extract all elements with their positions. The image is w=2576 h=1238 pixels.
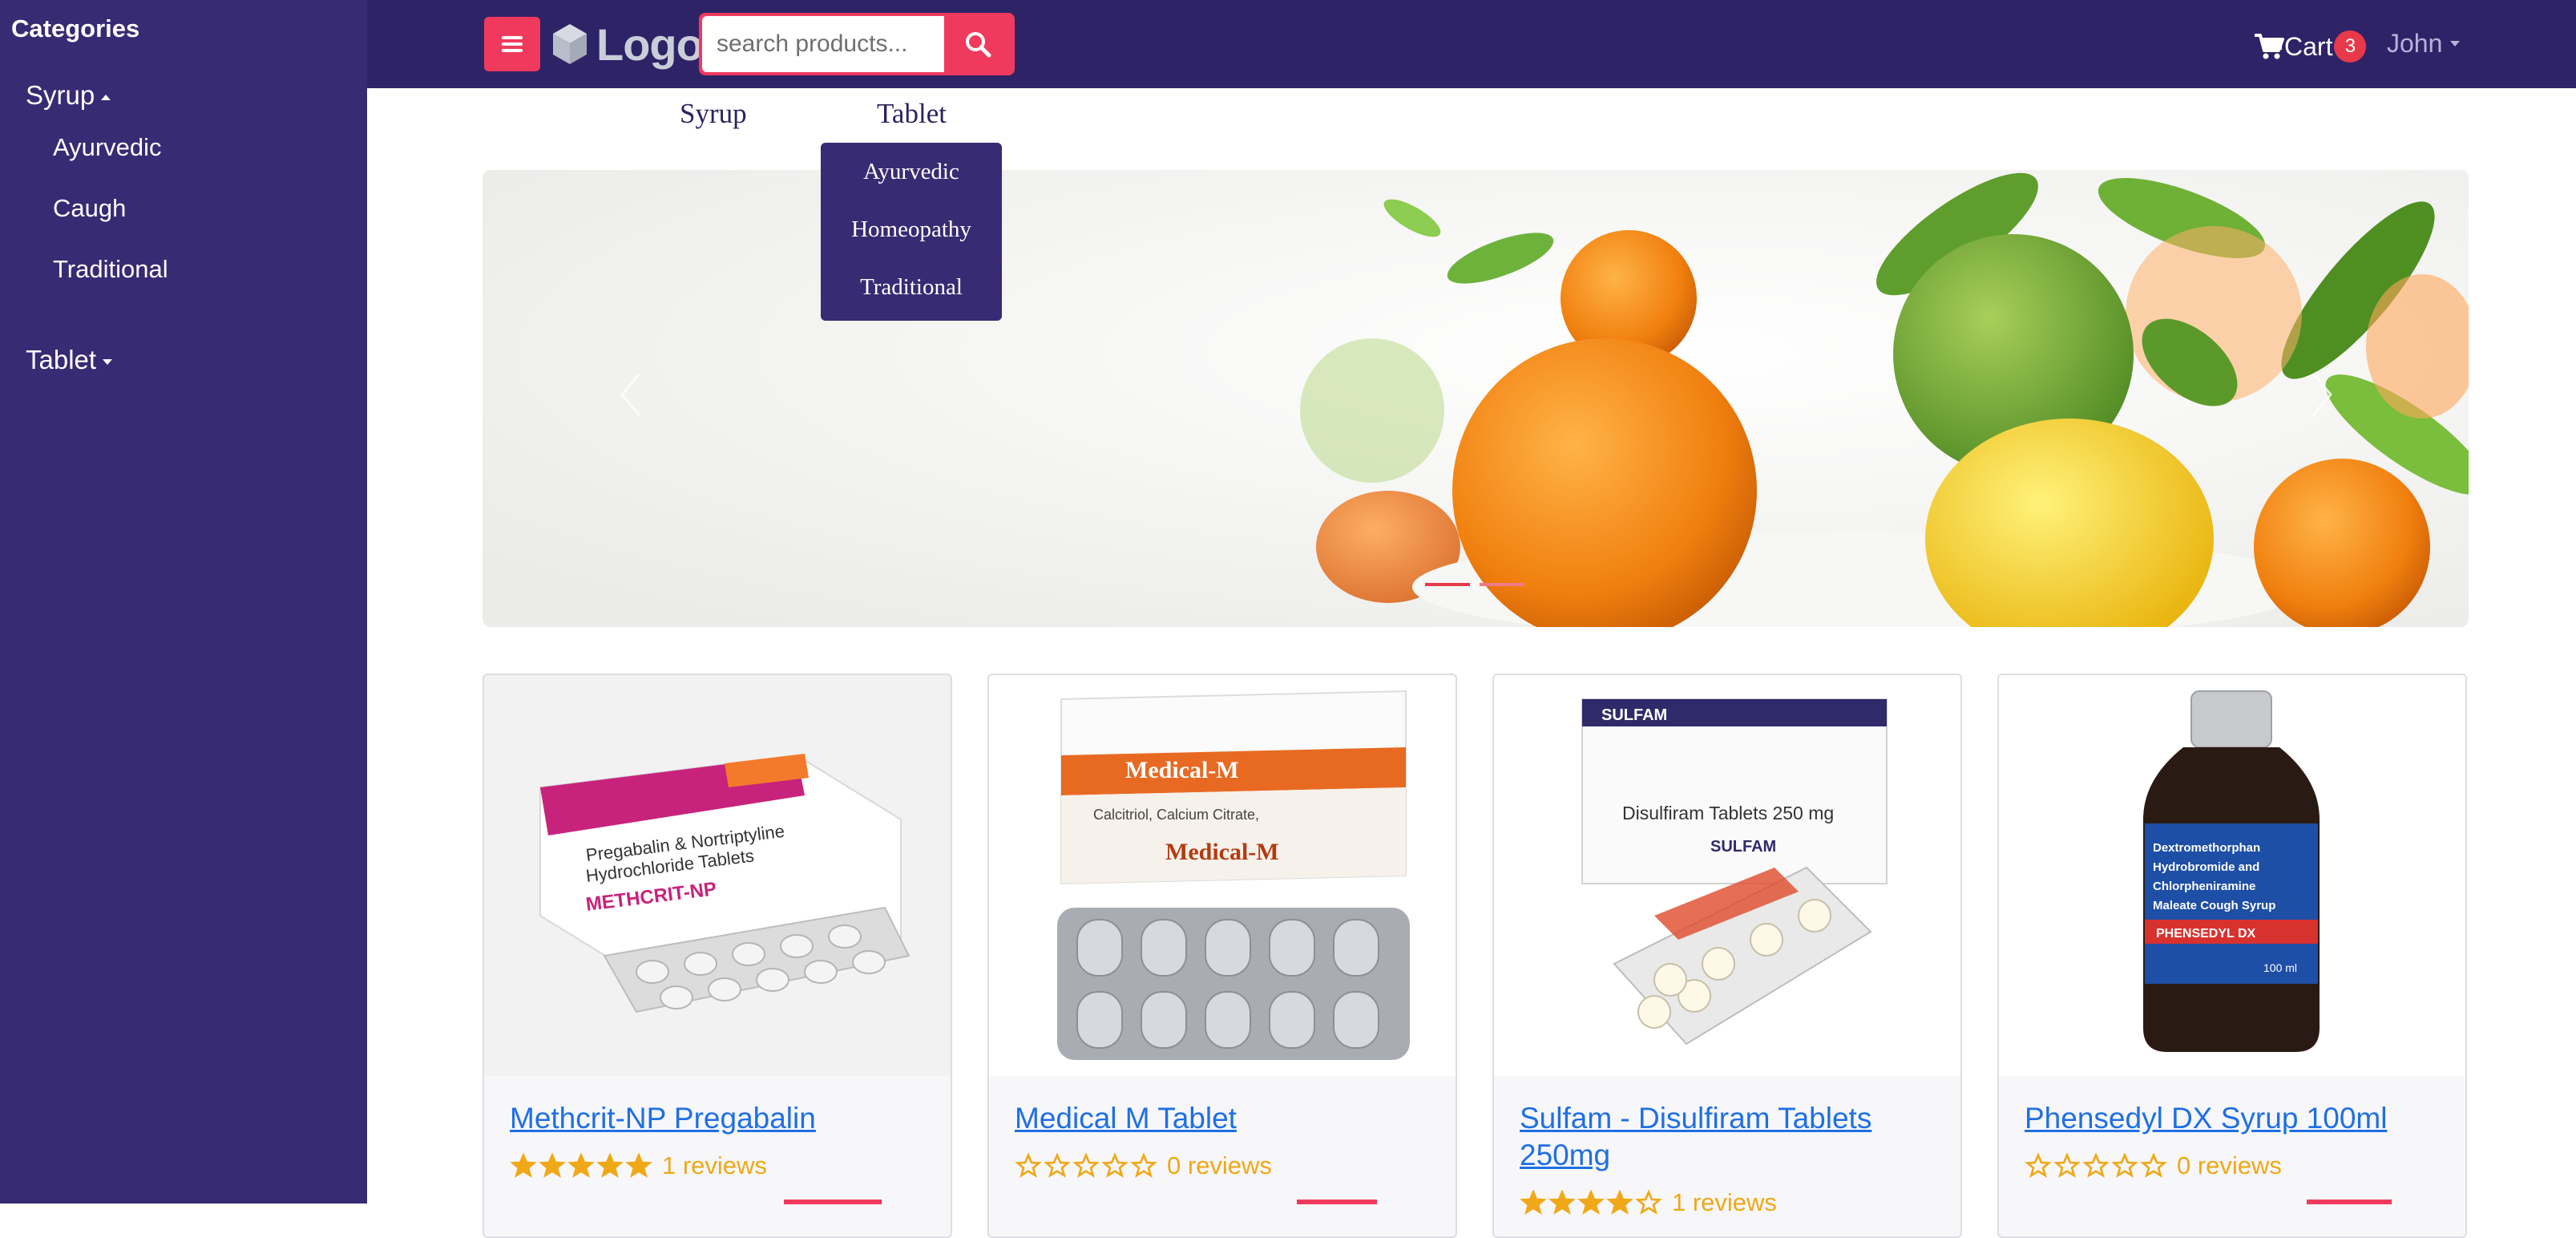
image-label: Hydrobromide and — [2153, 860, 2259, 874]
image-label: PHENSEDYL DX — [2156, 927, 2256, 941]
cart-link[interactable]: Cart 3 — [2254, 24, 2367, 69]
tablet-dropdown-menu: Ayurvedic Homeopathy Traditional — [821, 143, 1002, 321]
product-rating: 1 reviews — [1520, 1188, 1777, 1217]
product-image[interactable]: Dextromethorphan Hydrobromide and Chlorp… — [1999, 675, 2465, 1076]
sidebar-group-label: Tablet — [26, 345, 97, 374]
logo-text: Logo — [596, 18, 704, 70]
logo[interactable]: Logo — [551, 16, 704, 72]
star-outline-icon — [2082, 1153, 2110, 1178]
hamburger-icon — [502, 36, 523, 52]
search-icon — [966, 32, 991, 58]
star-filled-icon — [510, 1153, 537, 1178]
sidebar-item-traditional[interactable]: Traditional — [53, 255, 168, 284]
sidebar-title: Categories — [11, 14, 140, 42]
review-count: 0 reviews — [1167, 1151, 1272, 1179]
carousel-indicator-1[interactable] — [1425, 583, 1470, 586]
product-rating: 0 reviews — [1015, 1151, 1272, 1180]
product-title-link[interactable]: Phensedyl DX Syrup 100ml — [2025, 1100, 2441, 1137]
caret-down-icon — [103, 358, 113, 365]
product-card[interactable]: Medical-M Calcitriol, Calcium Citrate, M… — [987, 674, 1457, 1238]
dropdown-item-homeopathy[interactable]: Homeopathy — [821, 216, 1002, 243]
cube-icon — [553, 24, 587, 64]
fruit-banner-image — [482, 170, 2469, 627]
product-title-link[interactable]: Medical M Tablet — [1015, 1100, 1431, 1137]
sidebar-group-syrup[interactable]: Syrup — [26, 80, 111, 111]
review-count: 1 reviews — [662, 1151, 767, 1179]
menu-toggle-button[interactable] — [484, 17, 540, 71]
add-to-cart-button[interactable] — [784, 1200, 882, 1204]
caret-up-icon — [101, 94, 111, 100]
dropdown-item-ayurvedic[interactable]: Ayurvedic — [821, 159, 1002, 185]
cart-label: Cart — [2284, 31, 2333, 61]
search-button[interactable] — [944, 16, 1011, 72]
carousel-prev-button[interactable] — [619, 370, 643, 419]
user-menu[interactable]: John — [2387, 29, 2461, 59]
sidebar-group-tablet[interactable]: Tablet — [26, 345, 113, 375]
star-outline-icon — [1130, 1153, 1157, 1178]
nav-item-tablet[interactable]: Tablet — [877, 98, 947, 130]
star-filled-icon — [596, 1153, 624, 1178]
star-filled-icon — [625, 1153, 652, 1178]
review-count: 1 reviews — [1672, 1188, 1777, 1216]
search-input[interactable] — [702, 16, 944, 72]
chevron-down-icon — [2450, 41, 2461, 47]
star-filled-icon — [539, 1153, 566, 1178]
star-filled-icon — [1606, 1190, 1633, 1215]
shopping-cart-icon — [2255, 34, 2284, 59]
product-image[interactable]: Pregabalin & Nortriptyline Hydrochloride… — [484, 675, 951, 1076]
product-image[interactable]: SULFAM Disulfiram Tablets 250 mg SULFAM — [1494, 675, 1960, 1076]
star-filled-icon — [1520, 1190, 1547, 1215]
image-label: Disulfiram Tablets 250 mg — [1622, 803, 1834, 823]
star-outline-icon — [2111, 1153, 2138, 1178]
star-outline-icon — [2053, 1153, 2081, 1178]
product-rating: 1 reviews — [510, 1151, 767, 1180]
dropdown-item-traditional[interactable]: Traditional — [821, 274, 1002, 301]
add-to-cart-button[interactable] — [1297, 1200, 1377, 1204]
search-bar — [699, 13, 1015, 75]
product-rating: 0 reviews — [2025, 1151, 2282, 1180]
carousel-next-button[interactable] — [2310, 370, 2334, 419]
star-outline-icon — [1101, 1153, 1129, 1178]
image-label: 100 ml — [2263, 961, 2297, 974]
image-label: SULFAM — [1601, 706, 1667, 724]
product-image[interactable]: Medical-M Calcitriol, Calcium Citrate, M… — [989, 675, 1456, 1076]
star-filled-icon — [1577, 1190, 1605, 1215]
image-label: Medical-M — [1165, 839, 1279, 865]
cart-count-badge: 3 — [2334, 30, 2367, 63]
sidebar-item-ayurvedic[interactable]: Ayurvedic — [53, 133, 162, 162]
review-count: 0 reviews — [2177, 1151, 2282, 1179]
sidebar: Categories Syrup Ayurvedic Caugh Traditi… — [0, 0, 367, 1204]
image-label: Medical-M — [1125, 757, 1239, 783]
image-label: Chlorpheniramine — [2153, 880, 2255, 893]
product-card[interactable]: Pregabalin & Nortriptyline Hydrochloride… — [482, 674, 952, 1238]
star-outline-icon — [2140, 1153, 2167, 1178]
carousel-indicator-2[interactable] — [1480, 583, 1524, 586]
user-name: John — [2387, 29, 2443, 58]
star-filled-icon — [567, 1153, 595, 1178]
star-outline-icon — [1635, 1190, 1662, 1215]
nav-item-syrup[interactable]: Syrup — [680, 98, 747, 130]
star-outline-icon — [2025, 1153, 2052, 1178]
product-card[interactable]: Dextromethorphan Hydrobromide and Chlorp… — [1997, 674, 2467, 1238]
star-outline-icon — [1015, 1153, 1042, 1178]
sidebar-item-caugh[interactable]: Caugh — [53, 194, 126, 223]
product-title-link[interactable]: Sulfam - Disulfiram Tablets 250mg — [1520, 1100, 1936, 1174]
add-to-cart-button[interactable] — [2307, 1200, 2392, 1204]
image-label: Dextromethorphan — [2153, 841, 2260, 855]
star-outline-icon — [1072, 1153, 1100, 1178]
product-title-link[interactable]: Methcrit-NP Pregabalin — [510, 1100, 927, 1137]
star-outline-icon — [1044, 1153, 1071, 1178]
image-label: SULFAM — [1710, 838, 1776, 856]
image-label: Calcitriol, Calcium Citrate, — [1093, 807, 1259, 823]
sidebar-group-label: Syrup — [26, 80, 95, 110]
hero-carousel — [482, 170, 2469, 627]
star-filled-icon — [1548, 1190, 1576, 1215]
product-card[interactable]: SULFAM Disulfiram Tablets 250 mg SULFAM … — [1492, 674, 1962, 1238]
image-label: Maleate Cough Syrup — [2153, 899, 2275, 912]
